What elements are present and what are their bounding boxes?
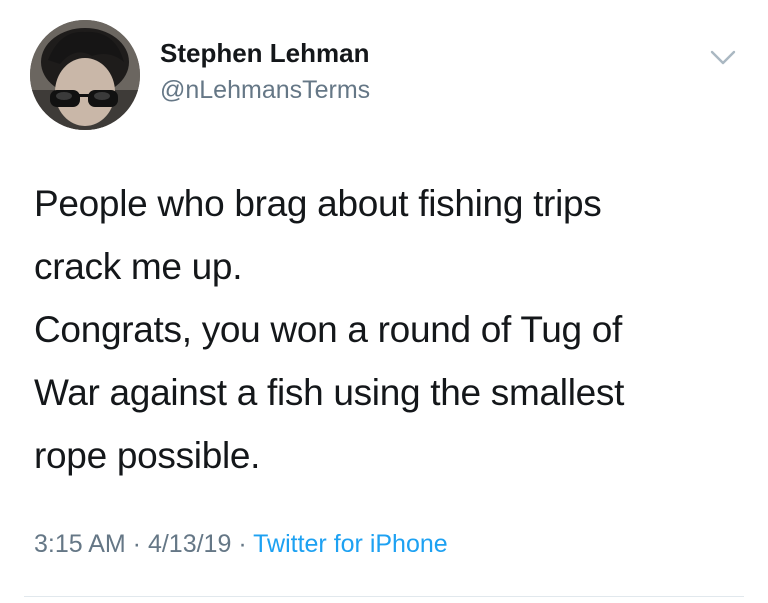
tweet-text-line: crack me up. bbox=[34, 246, 243, 287]
tweet-date: 4/13/19 bbox=[147, 530, 232, 558]
chevron-down-icon[interactable] bbox=[708, 46, 738, 70]
meta-separator: · bbox=[231, 530, 254, 558]
tweet-card: Stephen Lehman @nLehmansTerms People who… bbox=[0, 0, 768, 603]
author-handle[interactable]: @nLehmansTerms bbox=[160, 76, 370, 105]
avatar[interactable] bbox=[30, 20, 140, 130]
tweet-time: 3:15 AM bbox=[34, 530, 126, 558]
meta-separator: · bbox=[125, 530, 148, 558]
tweet-text-line: People who brag about fishing trips bbox=[34, 183, 602, 224]
divider bbox=[24, 596, 744, 597]
author-name[interactable]: Stephen Lehman bbox=[160, 38, 369, 69]
avatar-image bbox=[30, 20, 140, 130]
tweet-source-link[interactable]: Twitter for iPhone bbox=[253, 530, 448, 558]
tweet-meta: 3:15 AM · 4/13/19 · Twitter for iPhone bbox=[34, 530, 448, 559]
tweet-text-line: rope possible. bbox=[34, 435, 261, 476]
tweet-text: People who brag about fishing trips crac… bbox=[34, 172, 734, 487]
tweet-text-line: War against a fish using the smallest bbox=[34, 372, 625, 413]
tweet-text-line: Congrats, you won a round of Tug of bbox=[34, 309, 623, 350]
